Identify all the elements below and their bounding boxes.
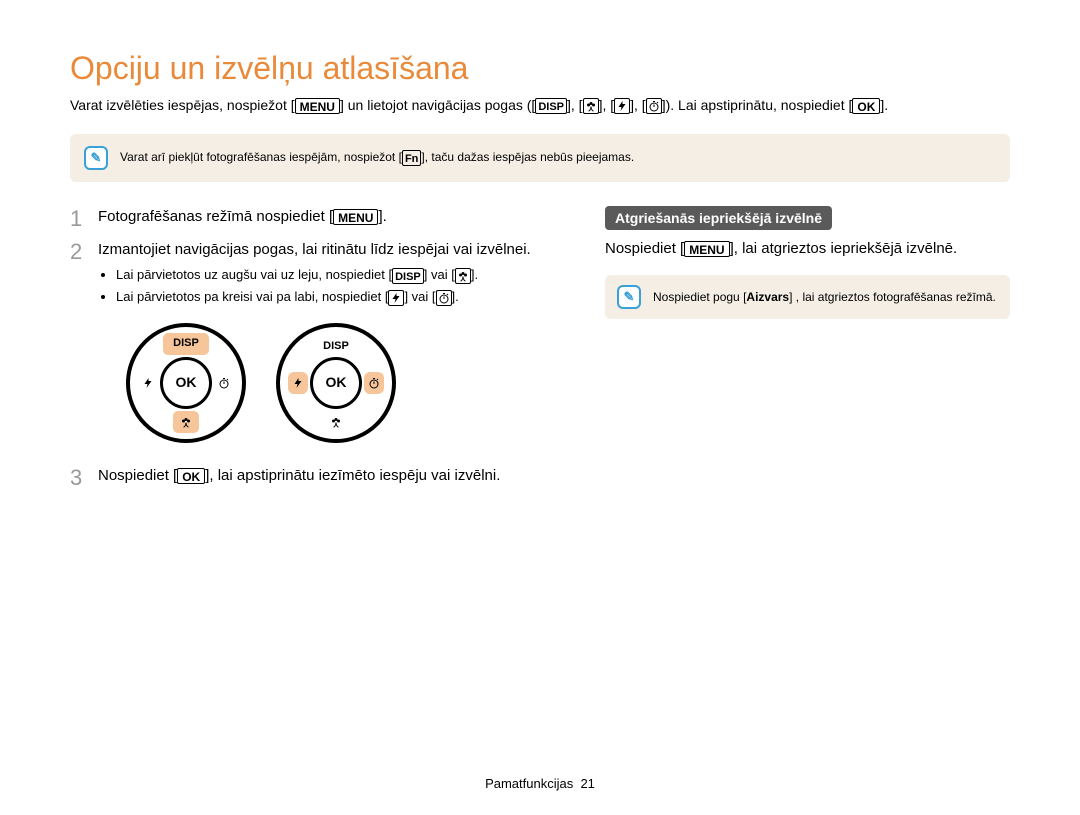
dial-ok: OK [310,357,362,409]
left-column: Fotografēšanas režīmā nospiediet [MENU].… [70,206,565,497]
nav-dial-vertical: DISP OK [126,323,246,443]
right-text: Nospiediet [MENU], lai atgrieztos ieprie… [605,240,1010,257]
disp-segment: DISP [163,333,209,355]
flower-icon [455,268,471,284]
note-icon: ✎ [84,146,108,170]
menu-button-label: MENU [295,98,340,114]
page-title: Opciju un izvēlņu atlasīšana [70,50,1010,87]
disp-button-label: DISP [392,268,424,284]
flower-segment [173,411,199,433]
flower-segment [323,411,349,433]
step-3: Nospiediet [OK], lai apstiprinātu iezīmē… [70,465,565,486]
intro-text: Varat izvēlēties iespējas, nospiežot [ME… [70,97,1010,114]
section-heading: Atgriešanās iepriekšējā izvēlnē [605,206,832,230]
tip-box-right: ✎ Nospiediet pogu [Aizvars] , lai atgrie… [605,275,1010,319]
timer-segment [214,372,234,394]
ok-button-label: OK [852,98,880,114]
tip-box: ✎ Varat arī piekļūt fotografēšanas iespē… [70,134,1010,182]
step-1: Fotografēšanas režīmā nospiediet [MENU]. [70,206,565,227]
bullet-left-right: Lai pārvietotos pa kreisi vai pa labi, n… [116,288,565,306]
bullet-up-down: Lai pārvietotos uz augšu vai uz leju, no… [116,266,565,284]
flower-icon [583,98,599,114]
nav-dial-horizontal: DISP OK [276,323,396,443]
menu-button-label: MENU [684,241,729,257]
disp-button-label: DISP [535,98,567,114]
ok-button-label: OK [177,468,205,484]
timer-icon [646,98,662,114]
flash-icon [388,290,404,306]
disp-segment: DISP [313,336,359,358]
timer-icon [436,290,452,306]
tip-text: Nospiediet pogu [Aizvars] , lai atgriezt… [653,290,996,304]
timer-segment [364,372,384,394]
flash-segment [288,372,308,394]
page-footer: Pamatfunkcijas 21 [0,776,1080,791]
right-column: Atgriešanās iepriekšējā izvēlnē Nospiedi… [605,206,1010,497]
step-2: Izmantojiet navigācijas pogas, lai ritin… [70,239,565,442]
dial-ok: OK [160,357,212,409]
tip-text: Varat arī piekļūt fotografēšanas iespējā… [120,150,634,166]
note-icon: ✎ [617,285,641,309]
flash-segment [138,372,158,394]
fn-button-label: Fn [402,150,421,166]
menu-button-label: MENU [333,209,378,225]
flash-icon [614,98,630,114]
